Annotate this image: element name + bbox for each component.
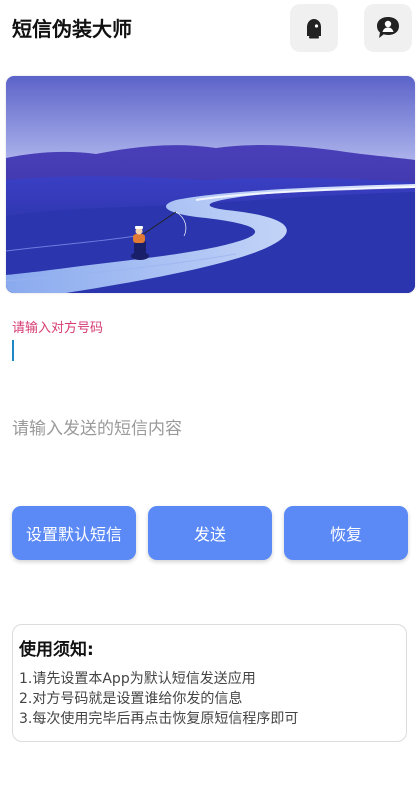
chat-button[interactable] xyxy=(364,4,412,52)
landscape-illustration xyxy=(6,76,415,293)
text-cursor xyxy=(12,340,14,361)
phone-number-input[interactable] xyxy=(12,337,408,363)
notice-line: 3.每次使用完毕后再点击恢复原短信程序即可 xyxy=(19,711,299,727)
set-default-sms-button[interactable]: 设置默认短信 xyxy=(12,506,136,560)
usage-notice-card: 使用须知: 1.请先设置本App为默认短信发送应用 2.对方号码就是设置谁给你发… xyxy=(12,624,407,742)
notice-title: 使用须知: xyxy=(19,640,94,660)
notice-line: 2.对方号码就是设置谁给你发的信息 xyxy=(19,691,243,707)
restore-button[interactable]: 恢复 xyxy=(284,506,408,560)
app-header: 短信伪装大师 xyxy=(0,0,420,56)
notice-line: 1.请先设置本App为默认短信发送应用 xyxy=(19,671,256,687)
ghost-icon xyxy=(307,19,321,39)
send-button[interactable]: 发送 xyxy=(148,506,272,560)
chat-bubble-icon xyxy=(377,17,399,38)
ghost-button[interactable] xyxy=(290,4,338,52)
message-content-input[interactable] xyxy=(12,414,408,444)
banner-illustration xyxy=(6,76,415,293)
phone-label: 请输入对方号码 xyxy=(12,321,104,336)
app-title: 短信伪装大师 xyxy=(12,17,132,41)
